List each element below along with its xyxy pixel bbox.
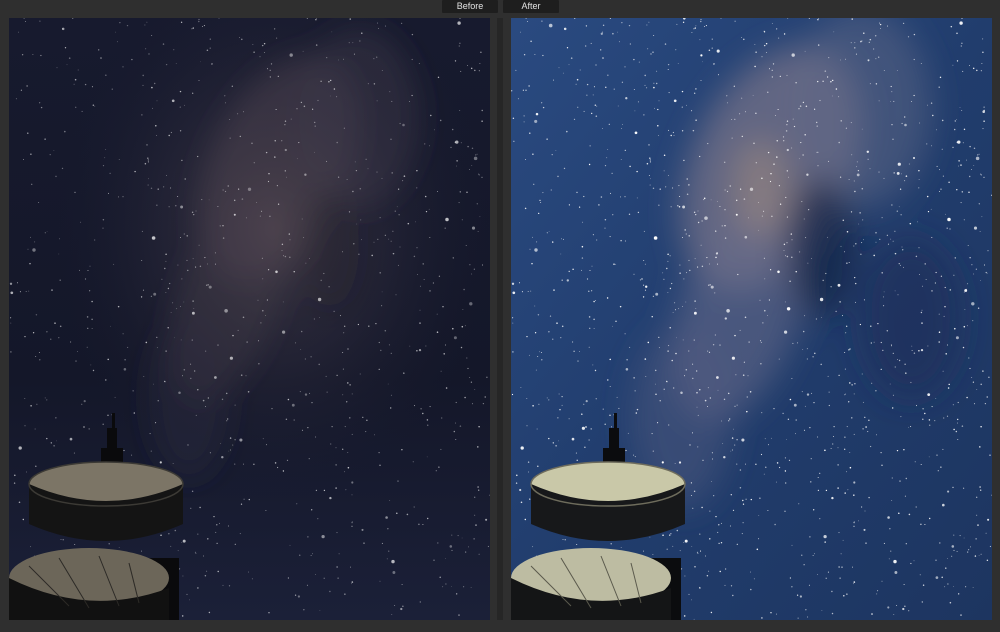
before-photo	[9, 18, 490, 620]
after-dish-upper	[530, 461, 686, 541]
after-label[interactable]: After	[503, 0, 559, 13]
before-label[interactable]: Before	[442, 0, 498, 13]
after-dish-lower	[511, 548, 671, 620]
before-after-comparison-view: Before After	[0, 0, 1000, 632]
before-dish-lower	[9, 548, 169, 620]
pane-divider[interactable]	[497, 18, 503, 620]
comparison-label-bar: Before After	[0, 0, 1000, 14]
after-image-pane[interactable]	[511, 18, 992, 620]
before-dish-upper	[28, 461, 184, 541]
before-image-pane[interactable]	[9, 18, 490, 620]
after-photo	[511, 18, 992, 620]
